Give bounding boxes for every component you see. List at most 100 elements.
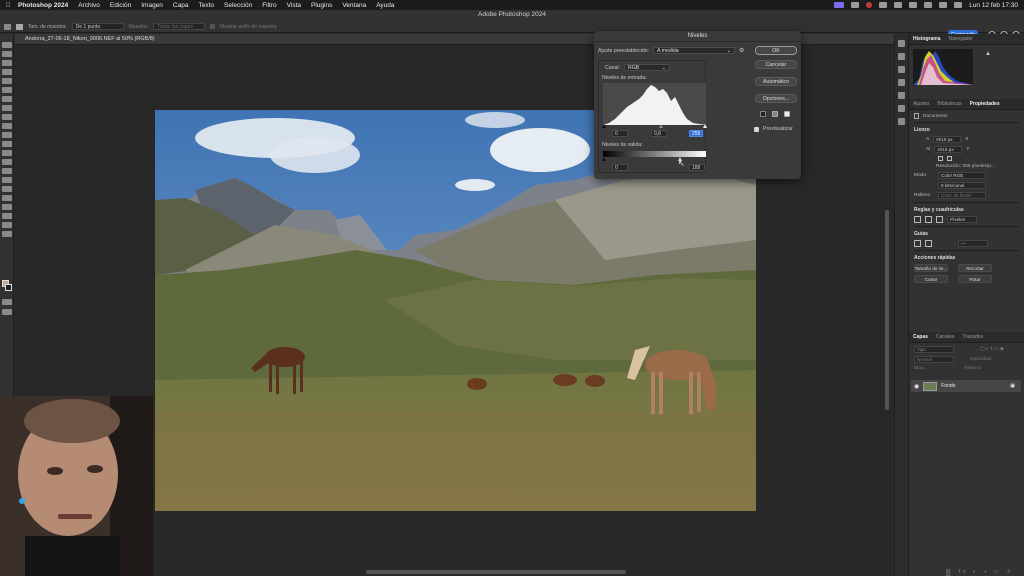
input-black-slider[interactable]: [602, 124, 606, 128]
type-tool-icon[interactable]: [2, 186, 12, 192]
crop-tool-icon[interactable]: [2, 78, 12, 84]
guides-section-title[interactable]: Guías: [914, 231, 1019, 237]
search-icon[interactable]: [939, 2, 948, 8]
quick-select-tool-icon[interactable]: [2, 69, 12, 75]
cancel-button[interactable]: Cancelar: [755, 60, 797, 69]
width-field[interactable]: 6016 px: [933, 136, 962, 143]
mode-select[interactable]: Color RGB: [938, 172, 986, 179]
screen-record-icon[interactable]: [834, 2, 845, 8]
character-icon[interactable]: [898, 105, 905, 112]
play-icon[interactable]: [898, 40, 905, 47]
layer-filter-search[interactable]: Tipo: [914, 346, 954, 353]
layer-name[interactable]: Fondo: [941, 383, 955, 389]
battery-icon[interactable]: [909, 2, 918, 8]
show-ring-checkbox[interactable]: [210, 24, 216, 29]
ok-button[interactable]: OK: [755, 46, 797, 55]
paragraph-icon[interactable]: [898, 118, 905, 125]
lasso-tool-icon[interactable]: [2, 60, 12, 66]
link-dimensions-icon[interactable]: [938, 156, 943, 161]
menu-archivo[interactable]: Archivo: [73, 2, 105, 9]
healing-brush-tool-icon[interactable]: [2, 105, 12, 111]
layer-row-fondo[interactable]: ◉ Fondo ▣: [911, 380, 1021, 392]
tab-ajustes[interactable]: Ajustes: [913, 101, 929, 107]
blend-mode-select[interactable]: Normal: [914, 356, 954, 363]
eraser-tool-icon[interactable]: [2, 141, 12, 147]
shape-tool-icon[interactable]: [2, 204, 12, 210]
extension-icon[interactable]: [851, 2, 860, 8]
pixel-grid-icon[interactable]: [936, 216, 943, 223]
layers-comp-icon[interactable]: [898, 53, 905, 60]
gradient-tool-icon[interactable]: [2, 150, 12, 156]
black-eyedropper-icon[interactable]: [760, 111, 766, 117]
input-gray-field[interactable]: 0,8: [651, 130, 667, 137]
gear-icon[interactable]: ⚙: [739, 47, 744, 54]
tab-navegador[interactable]: Navegador: [949, 36, 973, 42]
menu-app-name[interactable]: Photoshop 2024: [13, 2, 73, 9]
more-tools-icon[interactable]: [2, 231, 12, 237]
menu-texto[interactable]: Texto: [193, 2, 219, 9]
info-icon[interactable]: [898, 66, 905, 73]
grid-icon[interactable]: [925, 216, 932, 223]
guide-layout-icon[interactable]: [925, 240, 932, 247]
input-white-field[interactable]: 255: [689, 130, 703, 137]
gray-eyedropper-icon[interactable]: [772, 111, 778, 117]
zoom-tool-icon[interactable]: [2, 222, 12, 228]
preset-select[interactable]: A medida ⌄: [653, 47, 736, 54]
cloud-icon[interactable]: [879, 2, 888, 8]
guide-color-select[interactable]: —: [958, 240, 988, 247]
filter-icons[interactable]: ▢ ◐ T ▭ ◈: [980, 347, 1004, 352]
menu-capa[interactable]: Capa: [168, 2, 194, 9]
rotate-button[interactable]: Rotar: [958, 275, 992, 283]
menu-ventana[interactable]: Ventana: [337, 2, 371, 9]
blur-tool-icon[interactable]: [2, 159, 12, 165]
recording-icon[interactable]: [866, 2, 873, 8]
pen-tool-icon[interactable]: [2, 177, 12, 183]
marquee-tool-icon[interactable]: [2, 51, 12, 57]
white-eyedropper-icon[interactable]: [784, 111, 790, 117]
eyedropper-tool-icon[interactable]: [2, 96, 12, 102]
auto-button[interactable]: Automático: [755, 77, 797, 86]
quick-mask-icon[interactable]: [2, 299, 12, 305]
crop-button[interactable]: Recortar: [958, 264, 992, 272]
menu-vista[interactable]: Vista: [282, 2, 306, 9]
quick-actions-title[interactable]: Acciones rápidas: [914, 255, 1019, 261]
menu-ayuda[interactable]: Ayuda: [371, 2, 399, 9]
menu-filtro[interactable]: Filtro: [257, 2, 281, 9]
tab-capas[interactable]: Capas: [913, 334, 928, 340]
sample-select[interactable]: Todas las capas: [153, 23, 206, 30]
guide-icon[interactable]: [914, 240, 921, 247]
horizontal-scrollbar[interactable]: [366, 570, 626, 574]
menu-edicion[interactable]: Edición: [105, 2, 136, 9]
brush-tool-icon[interactable]: [2, 114, 12, 120]
input-white-slider[interactable]: [703, 124, 707, 128]
swatches-icon[interactable]: [898, 92, 905, 99]
screen-mode-icon[interactable]: [2, 309, 12, 315]
sample-size-select[interactable]: De 1 punto: [71, 23, 124, 30]
dodge-tool-icon[interactable]: [2, 168, 12, 174]
control-center-icon[interactable]: [954, 2, 963, 8]
home-icon[interactable]: [4, 23, 11, 30]
wifi-icon[interactable]: [924, 2, 933, 8]
apple-icon[interactable]: : [3, 2, 13, 9]
tab-bibliotecas[interactable]: Bibliotecas: [937, 101, 961, 107]
layers-footer-icons[interactable]: ⛓ fx ◐ ◑ ▭ ＋ 🗑: [945, 568, 1024, 576]
layer-lock-icon[interactable]: ▣: [1010, 383, 1015, 389]
move-tool-icon[interactable]: [2, 42, 12, 48]
tab-trazados[interactable]: Trazados: [962, 334, 983, 340]
output-white-field[interactable]: 188: [689, 164, 705, 171]
vertical-scrollbar[interactable]: [885, 210, 889, 410]
layer-visibility-eye-icon[interactable]: ◉: [914, 383, 919, 390]
audio-icon[interactable]: [894, 2, 903, 8]
eyedropper-tool-icon[interactable]: [16, 23, 23, 30]
tab-propiedades[interactable]: Propiedades: [970, 101, 1000, 107]
background-color-swatch[interactable]: [5, 284, 12, 291]
options-button[interactable]: Opciones...: [755, 94, 797, 103]
rulers-section-title[interactable]: Reglas y cuadrículas: [914, 207, 1019, 213]
canvas-section-title[interactable]: Lienzo: [914, 127, 1019, 133]
menu-imagen[interactable]: Imagen: [136, 2, 168, 9]
bits-select[interactable]: 8 bits/canal: [938, 182, 986, 189]
input-black-field[interactable]: 0: [612, 130, 628, 137]
tab-histograma[interactable]: Histograma: [913, 36, 941, 42]
history-brush-tool-icon[interactable]: [2, 132, 12, 138]
hand-tool-icon[interactable]: [2, 213, 12, 219]
